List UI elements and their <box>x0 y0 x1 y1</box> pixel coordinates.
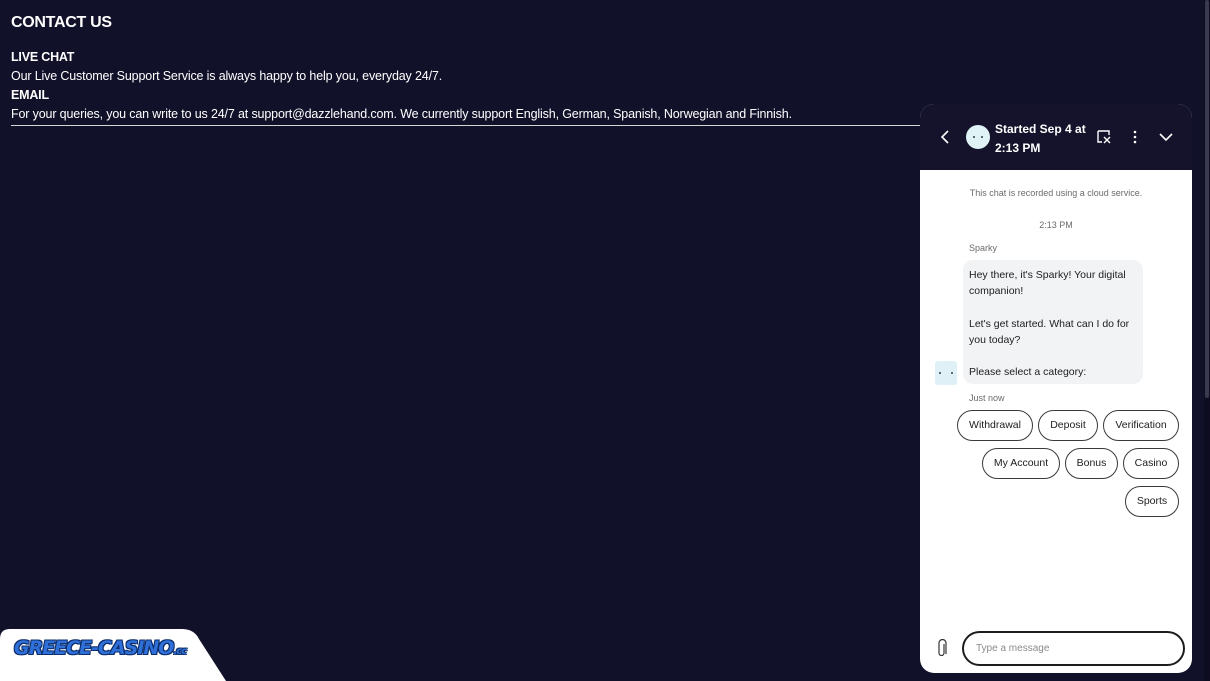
bot-message-bubble: Hey there, it's Sparky! Your digital com… <box>963 260 1143 384</box>
bot-avatar-icon <box>935 361 957 385</box>
category-bonus-button[interactable]: Bonus <box>1065 448 1118 479</box>
paperclip-icon[interactable] <box>936 639 948 659</box>
sender-name: Sparky <box>969 243 998 253</box>
category-sports-button[interactable]: Sports <box>1125 486 1179 517</box>
live-chat-heading: LIVE CHAT <box>11 50 75 64</box>
category-casino-button[interactable]: Casino <box>1123 448 1179 479</box>
category-deposit-button[interactable]: Deposit <box>1038 410 1098 441</box>
site-logo[interactable]: GREECE-CASINO.cc <box>0 629 226 681</box>
logo-wordmark: GREECE-CASINO <box>14 637 174 659</box>
message-line: Hey there, it's Sparky! Your digital com… <box>969 269 1126 298</box>
contact-content: CONTACT US LIVE CHAT Our Live Customer S… <box>11 14 921 124</box>
popout-icon[interactable] <box>1095 128 1113 146</box>
content-divider <box>11 125 921 126</box>
message-timestamp: 2:13 PM <box>1039 220 1073 230</box>
logo-text: GREECE-CASINO.cc <box>14 637 186 659</box>
bot-avatar-icon <box>966 125 990 149</box>
recorded-notice: This chat is recorded using a cloud serv… <box>969 188 1143 198</box>
chat-widget: Started Sep 4 at 2:13 PM This chat is re… <box>920 104 1192 673</box>
message-status: Just now <box>969 393 1005 403</box>
logo-suffix: .cc <box>173 646 187 657</box>
more-options-icon[interactable] <box>1126 128 1144 146</box>
back-arrow-icon[interactable] <box>938 128 952 146</box>
chat-title: Started Sep 4 at 2:13 PM <box>995 122 1086 155</box>
chat-footer <box>920 620 1192 673</box>
category-withdrawal-button[interactable]: Withdrawal <box>957 410 1033 441</box>
page-scrollbar-thumb[interactable] <box>1205 0 1209 398</box>
page-title: CONTACT US <box>11 14 112 31</box>
email-text: For your queries, you can write to us 24… <box>11 107 792 121</box>
message-line: Let's get started. What can I do for you… <box>969 317 1130 346</box>
live-chat-text: Our Live Customer Support Service is alw… <box>11 69 443 83</box>
message-line: Please select a category: <box>969 366 1087 379</box>
page-scrollbar[interactable] <box>1204 0 1210 681</box>
chat-header: Started Sep 4 at 2:13 PM <box>920 104 1192 170</box>
category-verification-button[interactable]: Verification <box>1103 410 1179 441</box>
category-my-account-button[interactable]: My Account <box>982 448 1060 479</box>
message-input[interactable] <box>962 631 1185 666</box>
chevron-down-icon[interactable] <box>1157 128 1175 146</box>
email-heading: EMAIL <box>11 88 49 102</box>
